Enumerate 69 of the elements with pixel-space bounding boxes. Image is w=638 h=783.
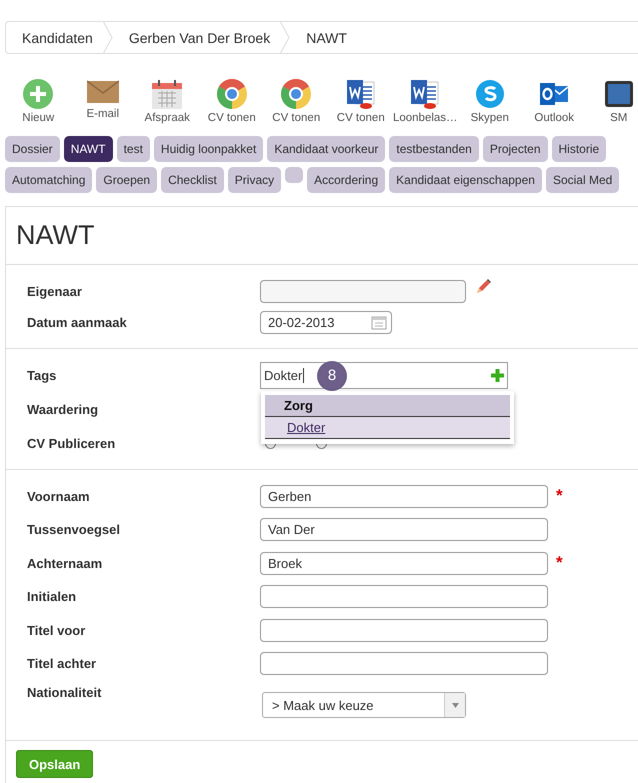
tab[interactable]: Checklist — [161, 167, 224, 193]
tab[interactable]: Groepen — [96, 167, 158, 193]
breadcrumb-link[interactable]: Gerben Van Der Broek — [112, 30, 280, 46]
text-input[interactable]: Gerben — [260, 484, 548, 508]
field-label: CV Publiceren — [27, 436, 116, 450]
suggestion-item[interactable]: Dokter — [265, 416, 510, 438]
tab[interactable]: test — [116, 136, 150, 162]
toolbar-button[interactable]: Skypen — [458, 79, 522, 124]
tab[interactable]: Dossier — [5, 136, 60, 162]
toolbar-button[interactable]: CV tonen — [264, 79, 328, 124]
select-field[interactable]: > Maak uw keuze — [262, 692, 466, 718]
tab[interactable]: Accordering — [307, 167, 386, 193]
page-title: NAWT — [6, 207, 638, 265]
field-label: Eigenaar — [27, 284, 83, 298]
text-input[interactable]: Van Der — [260, 518, 548, 541]
owner-input[interactable] — [260, 280, 466, 302]
text-input[interactable] — [260, 585, 548, 608]
field-label: Titel achter — [27, 656, 98, 671]
text-input[interactable] — [260, 652, 548, 675]
field-label: Tussenvoegsel — [27, 522, 121, 537]
tablet-icon — [604, 79, 634, 109]
tab[interactable]: Kandidaat eigenschappen — [389, 167, 542, 193]
field-label: Initialen — [27, 589, 78, 604]
tab[interactable]: Automatching — [5, 167, 92, 193]
tab[interactable]: Historie — [552, 136, 606, 162]
toolbar-button[interactable]: SM — [586, 79, 638, 124]
tab[interactable]: Huidig loonpakket — [154, 136, 264, 162]
tab[interactable]: testbestanden — [389, 136, 479, 162]
toolbar-button[interactable]: CV tonen — [200, 79, 264, 124]
toolbar-button[interactable]: Outlook — [522, 79, 586, 124]
tab[interactable]: NAWT — [64, 136, 113, 162]
field-label: Waardering — [27, 402, 100, 416]
tab[interactable]: Projecten — [482, 136, 548, 162]
calendar-icon[interactable] — [371, 314, 387, 330]
tab[interactable] — [285, 167, 304, 183]
field-label: Datum aanmaak — [27, 314, 128, 330]
toolbar-button[interactable]: CV tonen — [328, 79, 393, 124]
envelope-icon — [86, 79, 119, 105]
field-label: Tags — [27, 368, 58, 382]
suggestion-group: Zorg — [265, 394, 510, 416]
text-input[interactable] — [260, 618, 548, 642]
plus-icon — [23, 79, 54, 109]
date-field[interactable]: 20-02-2013 — [260, 310, 392, 334]
required-mark: * — [556, 553, 563, 573]
text-input[interactable]: Broek — [260, 552, 548, 574]
tab[interactable]: Privacy — [228, 167, 282, 193]
toolbar-button[interactable]: E-mail — [70, 79, 135, 124]
tab[interactable]: Kandidaat voorkeur — [267, 136, 386, 162]
field-label: Achternaam — [27, 556, 104, 570]
chat-bubble-icon — [474, 79, 505, 109]
browser-icon — [216, 79, 247, 109]
count-badge: 8 — [317, 360, 347, 390]
breadcrumb-link[interactable]: NAWT — [290, 30, 357, 46]
required-mark: * — [556, 486, 563, 506]
browser-icon — [281, 79, 312, 109]
calendar-icon — [152, 79, 182, 109]
pencil-icon[interactable] — [475, 279, 491, 295]
caret-icon — [452, 702, 458, 708]
document-icon — [410, 79, 440, 109]
plus-icon[interactable] — [490, 368, 505, 382]
field-label: Nationaliteit — [27, 685, 102, 700]
toolbar-button[interactable]: Nieuw — [6, 79, 70, 124]
breadcrumb-link[interactable]: Kandidaten — [6, 30, 103, 46]
field-label: Titel voor — [27, 622, 86, 638]
toolbar-button[interactable]: Afspraak — [135, 79, 200, 124]
toolbar-button[interactable]: Loonbelas… — [393, 79, 458, 124]
document-icon — [346, 79, 376, 109]
field-label: Voornaam — [27, 488, 91, 504]
tab[interactable]: Social Med — [546, 167, 620, 193]
